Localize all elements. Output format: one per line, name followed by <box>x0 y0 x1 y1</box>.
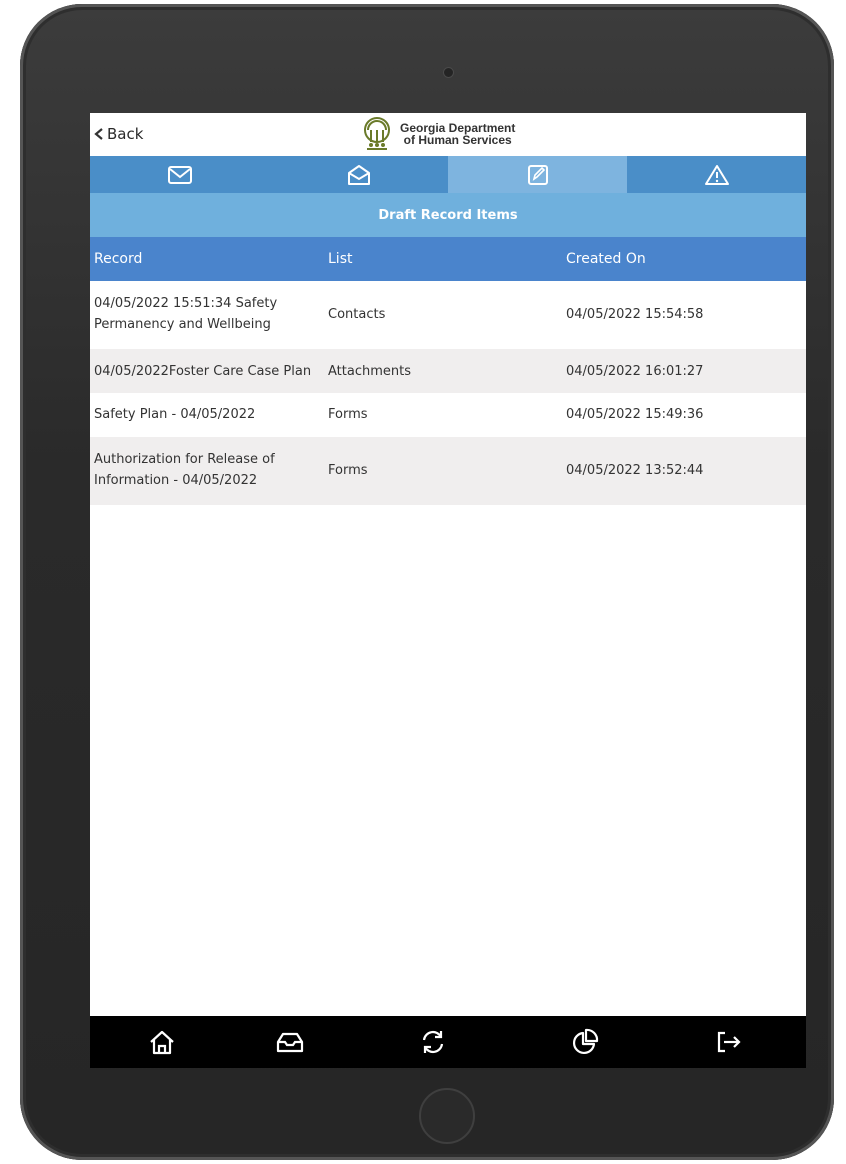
logo-line2: of Human Services <box>403 133 512 147</box>
created-on-cell: 04/05/2022 15:54:58 <box>566 307 704 322</box>
logout-icon <box>717 1031 741 1053</box>
tab-alerts[interactable] <box>627 156 806 193</box>
chart-icon <box>572 1028 599 1055</box>
created-on-cell: 04/05/2022 13:52:44 <box>566 463 704 478</box>
column-header-record[interactable]: Record <box>94 251 142 267</box>
tab-opened[interactable] <box>269 156 448 193</box>
camera-icon <box>443 67 454 78</box>
tablet-frame: Back Georgia Department of Human Service <box>20 4 834 1160</box>
list-cell: Forms <box>328 407 368 422</box>
list-cell: Attachments <box>328 364 411 379</box>
table-row[interactable]: 04/05/2022 15:51:34 Safety Permanency an… <box>90 281 806 349</box>
table-header: Record List Created On <box>90 237 806 281</box>
home-icon <box>150 1030 174 1055</box>
chevron-left-icon <box>94 128 103 140</box>
back-label: Back <box>107 125 144 143</box>
table-row[interactable]: Safety Plan - 04/05/2022 Forms 04/05/202… <box>90 393 806 437</box>
sync-button[interactable] <box>418 1028 448 1056</box>
record-cell: Safety Plan - 04/05/2022 <box>94 407 256 422</box>
tab-drafts[interactable] <box>448 156 627 193</box>
reports-button[interactable] <box>570 1028 600 1056</box>
inbox-icon <box>276 1032 304 1053</box>
sync-icon <box>422 1030 444 1054</box>
app-screen: Back Georgia Department of Human Service <box>90 113 806 1068</box>
list-cell: Contacts <box>328 307 386 322</box>
dhs-logo: Georgia Department of Human Services <box>360 116 515 152</box>
inbox-button[interactable] <box>275 1028 305 1056</box>
mail-icon <box>167 165 192 184</box>
back-button[interactable]: Back <box>93 125 143 143</box>
georgia-seal-icon <box>364 117 390 150</box>
top-bar: Back Georgia Department of Human Service <box>90 113 806 156</box>
created-on-cell: 04/05/2022 15:49:36 <box>566 407 704 422</box>
record-line: Information - 04/05/2022 <box>94 473 258 488</box>
edit-icon <box>527 164 548 185</box>
list-cell: Forms <box>328 463 368 478</box>
tab-bar <box>90 156 806 193</box>
record-cell: Authorization for Release of Information… <box>94 449 275 491</box>
logout-button[interactable] <box>714 1028 744 1056</box>
home-button[interactable] <box>147 1028 177 1056</box>
column-header-created-on[interactable]: Created On <box>566 251 646 267</box>
record-line: Permanency and Wellbeing <box>94 317 271 332</box>
column-header-list[interactable]: List <box>328 251 352 267</box>
page-title: Draft Record Items <box>90 193 806 237</box>
warning-icon <box>704 164 729 185</box>
record-line: Authorization for Release of <box>94 452 275 467</box>
tab-messages[interactable] <box>90 156 269 193</box>
open-mail-icon <box>347 164 370 185</box>
table-row[interactable]: Authorization for Release of Information… <box>90 437 806 505</box>
record-cell: 04/05/2022Foster Care Case Plan <box>94 364 312 379</box>
table-row[interactable]: 04/05/2022Foster Care Case Plan Attachme… <box>90 349 806 393</box>
record-line: 04/05/2022 15:51:34 Safety <box>94 296 278 311</box>
device-home-button[interactable] <box>419 1088 475 1144</box>
created-on-cell: 04/05/2022 16:01:27 <box>566 364 704 379</box>
record-cell: 04/05/2022 15:51:34 Safety Permanency an… <box>94 293 277 335</box>
bottom-nav <box>90 1016 806 1068</box>
